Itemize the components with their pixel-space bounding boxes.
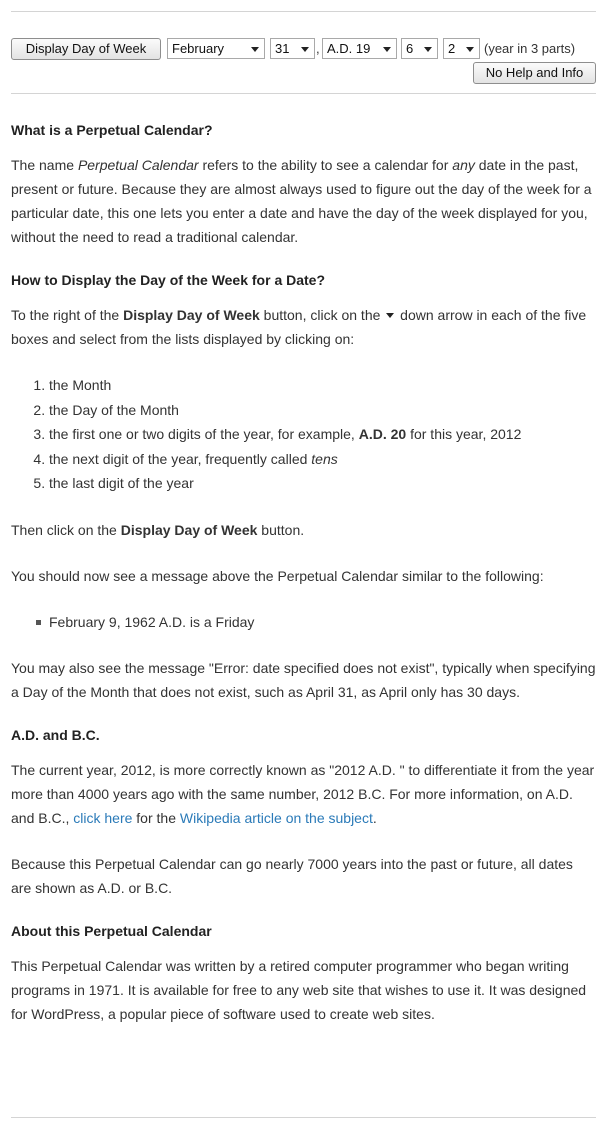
tens-select-value: 6 [406,41,414,56]
error-note-paragraph: You may also see the message "Error: dat… [11,659,596,700]
chevron-down-icon [466,47,474,52]
down-arrow-icon [386,312,395,318]
units-select[interactable]: 2 [443,38,480,59]
chevron-down-icon [424,47,432,52]
howto-paragraph: To the right of the Display Day of Week … [11,307,587,347]
about-paragraph: This Perpetual Calendar was written by a… [11,957,587,1022]
units-select-value: 2 [448,41,456,56]
example-message: February 9, 1962 A.D. is a Friday [36,610,596,634]
top-divider [11,11,596,12]
bottom-divider [11,1117,596,1118]
date-separator: , [316,41,320,56]
chevron-down-icon [301,47,309,52]
day-select[interactable]: 31 [270,38,315,59]
list-item: the Day of the Month [49,398,596,423]
click-here-link[interactable]: click here [73,810,132,826]
chevron-down-icon [383,47,391,52]
year-parts-note: (year in 3 parts) [484,41,576,56]
month-select-value: February [172,41,225,56]
section-heading-howto: How to Display the Day of the Week for a… [11,272,326,288]
day-select-value: 31 [275,41,290,56]
display-day-of-week-button[interactable]: Display Day of Week [11,38,161,60]
section-heading-adbc: A.D. and B.C. [11,726,100,743]
month-select[interactable]: February [167,38,265,59]
perpetual-paragraph: The name Perpetual Calendar refers to th… [11,157,592,245]
calendar-controls: Display Day of Week February 31 , A.D. 1… [11,37,596,87]
steps-list: the Month the Day of the Month the first… [11,373,596,496]
tens-select[interactable]: 6 [401,38,438,59]
controls-divider [11,93,596,94]
era-century-select-value: A.D. 19 [327,41,371,56]
list-item: the first one or two digits of the year,… [49,422,596,447]
no-help-and-info-button[interactable]: No Help and Info [473,62,596,84]
adbc-paragraph: The current year, 2012, is more correctl… [11,761,595,826]
example-message-list: February 9, 1962 A.D. is a Friday [11,610,596,634]
then-click-paragraph: Then click on the Display Day of Week bu… [11,521,305,538]
help-content: What is a Perpetual Calendar? The name P… [11,113,596,1048]
list-item: the last digit of the year [49,471,596,496]
chevron-down-icon [251,47,259,52]
list-item: the next digit of the year, frequently c… [49,447,596,472]
section-heading-perpetual: What is a Perpetual Calendar? [11,122,213,138]
should-see-paragraph: You should now see a message above the P… [11,567,544,584]
list-item: the Month [49,373,596,398]
range-paragraph: Because this Perpetual Calendar can go n… [11,855,573,896]
section-heading-about: About this Perpetual Calendar [11,922,212,939]
wikipedia-article-link[interactable]: Wikipedia article on the subject [180,810,373,826]
era-century-select[interactable]: A.D. 19 [322,38,397,59]
